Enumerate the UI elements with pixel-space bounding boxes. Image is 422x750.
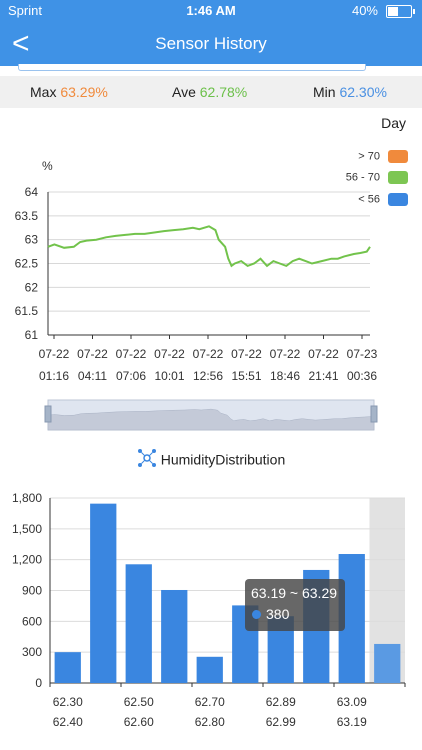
segment-control[interactable] (18, 64, 366, 71)
x-tick-date: 07-22 (231, 347, 262, 361)
max-value: 63.29% (60, 84, 108, 100)
x-tick-label: 62.99 (266, 715, 296, 729)
y-tick-label: 64 (25, 185, 39, 199)
x-tick-date: 07-22 (39, 347, 70, 361)
stats-bar: Max 63.29% Ave 62.78% Min 62.30% (0, 76, 422, 108)
highlight-band (369, 498, 405, 683)
battery-icon (386, 5, 415, 18)
y-tick-label: 900 (22, 584, 42, 598)
min-stat: Min 62.30% (313, 84, 387, 100)
legend-label: < 56 (358, 193, 380, 206)
humidity-distribution-chart: 1,800 1,500 1,200 900 600 300 0 62.30 62.40 62.50… (12, 491, 406, 729)
x-tick-time: 18:46 (270, 369, 300, 383)
time-range-slider[interactable] (0, 396, 422, 436)
legend-swatch (388, 171, 408, 184)
x-tick-date: 07-22 (116, 347, 147, 361)
ave-value: 62.78% (199, 84, 248, 100)
y-tick-label: 300 (22, 645, 42, 659)
navigation-bar: < Sensor History (0, 22, 422, 66)
min-value: 62.30% (339, 84, 387, 100)
y-tick-label: 1,200 (12, 553, 42, 567)
x-tick-date: 07-23 (347, 347, 378, 361)
tooltip: 63.19 ~ 63.29 380 (245, 579, 345, 631)
x-tick-label: 63.09 (337, 695, 367, 709)
legend-item-high: > 70 (358, 150, 408, 163)
distribution-title: HumidityDistribution (0, 448, 422, 471)
histogram-bar (90, 503, 117, 683)
status-bar: Sprint 1:46 AM 40% (0, 0, 422, 22)
legend-item-low: < 56 (358, 193, 408, 206)
slider-handle-left[interactable] (44, 405, 52, 423)
range-day-button[interactable]: Day (381, 115, 406, 131)
y-tick-label: 63.5 (15, 209, 39, 223)
y-tick-label: 62.5 (15, 257, 39, 271)
x-tick-label: 62.89 (266, 695, 296, 709)
x-tick-label: 62.40 (53, 715, 83, 729)
slider-handle-right[interactable] (370, 405, 378, 423)
tooltip-value: 380 (266, 606, 290, 622)
battery-percent: 40% (351, 3, 378, 18)
legend-label: 56 - 70 (345, 171, 380, 184)
y-axis-unit: % (42, 159, 53, 173)
x-tick-label: 63.19 (337, 715, 367, 729)
x-tick-label: 62.50 (124, 695, 154, 709)
x-tick-time: 00:36 (347, 369, 377, 383)
y-tick-label: 63 (25, 233, 39, 247)
y-tick-label: 61.5 (15, 304, 39, 318)
x-tick-date: 07-22 (193, 347, 224, 361)
y-tick-label: 62 (25, 280, 39, 294)
x-tick-label: 62.60 (124, 715, 154, 729)
x-tick-date: 07-22 (308, 347, 339, 361)
y-tick-label: 1,500 (12, 522, 42, 536)
x-tick-time: 10:01 (154, 369, 184, 383)
histogram-bar (196, 656, 223, 683)
tooltip-dot-icon (252, 610, 261, 619)
y-tick-label: 61 (25, 328, 39, 342)
x-tick-time: 01:16 (39, 369, 69, 383)
humidity-series-line (47, 225, 371, 268)
y-tick-label: 0 (35, 676, 42, 690)
distribution-title-text: HumidityDistribution (160, 451, 286, 468)
legend-swatch (388, 193, 408, 206)
ave-label: Ave (172, 84, 196, 100)
histogram-bar (125, 564, 152, 683)
histogram-bar (374, 643, 401, 683)
x-tick-date: 07-22 (154, 347, 185, 361)
x-tick-label: 62.30 (53, 695, 83, 709)
max-stat: Max 63.29% (30, 84, 108, 100)
x-tick-label: 62.80 (195, 715, 225, 729)
x-tick-time: 12:56 (193, 369, 223, 383)
x-tick-date: 07-22 (270, 347, 301, 361)
page-title: Sensor History (155, 34, 267, 53)
legend-item-normal: 56 - 70 (346, 171, 408, 184)
max-label: Max (30, 84, 57, 100)
legend-label: > 70 (358, 150, 380, 163)
x-tick-date: 07-22 (77, 347, 108, 361)
x-tick-time: 07:06 (116, 369, 146, 383)
x-tick-time: 04:11 (78, 369, 107, 383)
x-tick-time: 15:51 (231, 369, 261, 383)
x-tick-time: 21:41 (308, 369, 338, 383)
histogram-bar (54, 652, 81, 683)
tooltip-range: 63.19 ~ 63.29 (251, 585, 338, 601)
molecule-icon (137, 448, 157, 471)
y-tick-label: 600 (22, 614, 42, 628)
legend-swatch (388, 150, 408, 163)
min-label: Min (313, 84, 336, 100)
ave-stat: Ave 62.78% (172, 84, 247, 100)
y-tick-label: 1,800 (12, 491, 42, 505)
histogram-bar (161, 589, 188, 683)
x-tick-label: 62.70 (195, 695, 225, 709)
